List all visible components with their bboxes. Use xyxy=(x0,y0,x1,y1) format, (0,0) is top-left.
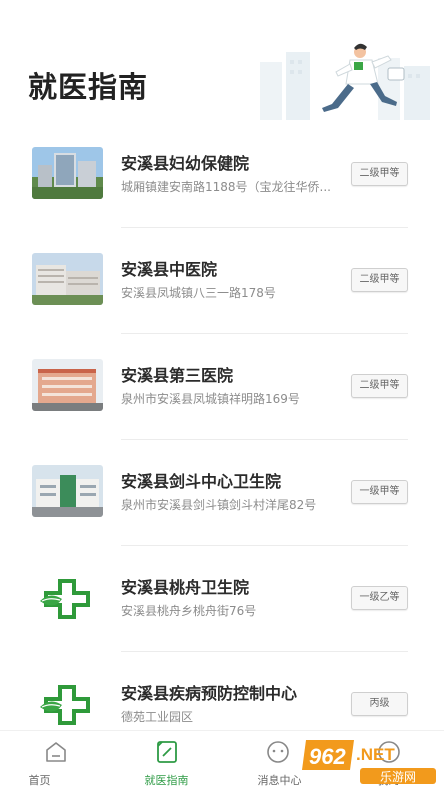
list-item[interactable]: 安溪县中医院 安溪县凤城镇八三一路178号 二级甲等 xyxy=(0,228,444,334)
hospital-photo xyxy=(32,147,103,199)
hospital-photo xyxy=(32,253,103,305)
running-doctor-illustration xyxy=(260,43,430,120)
hospital-level-badge: 一级甲等 xyxy=(351,480,408,504)
page-title: 就医指南 xyxy=(28,70,149,104)
hospital-level-badge: 丙级 xyxy=(351,692,408,716)
hospital-level-badge: 二级甲等 xyxy=(351,162,408,186)
watermark-suffix: .NET xyxy=(356,745,395,764)
hospital-name: 安溪县桃舟卫生院 xyxy=(121,578,250,597)
watermark-brand: 962 xyxy=(309,744,346,769)
hospital-list: 安溪县妇幼保健院 城厢镇建安南路1188号（宝龙往华侨... 二级甲等 安溪县中… xyxy=(0,122,444,758)
list-item[interactable]: 安溪县妇幼保健院 城厢镇建安南路1188号（宝龙往华侨... 二级甲等 xyxy=(0,122,444,228)
list-item[interactable]: 安溪县第三医院 泉州市安溪县凤城镇祥明路169号 二级甲等 xyxy=(0,334,444,440)
hospital-address: 泉州市安溪县剑斗镇剑斗村洋尾82号 xyxy=(121,498,317,512)
medical-cross-logo xyxy=(32,571,103,623)
medical-cross-logo xyxy=(32,677,103,729)
site-watermark: 962 .NET 乐游网 xyxy=(302,740,436,784)
hospital-level-badge: 一级乙等 xyxy=(351,586,408,610)
tab-home[interactable]: 首页 xyxy=(0,731,111,791)
hospital-name: 安溪县第三医院 xyxy=(121,366,234,385)
page-header: 就医指南 xyxy=(0,0,444,130)
tab-label: 就医指南 xyxy=(144,774,189,787)
hospital-address: 安溪县凤城镇八三一路178号 xyxy=(121,286,276,300)
hospital-level-badge: 二级甲等 xyxy=(351,374,408,398)
hospital-photo xyxy=(32,359,103,411)
hospital-address: 安溪县桃舟乡桃舟街76号 xyxy=(121,604,257,618)
hospital-address: 德苑工业园区 xyxy=(121,710,194,724)
tab-guide[interactable]: 就医指南 xyxy=(111,731,222,791)
home-icon xyxy=(45,742,66,762)
hospital-name: 安溪县中医院 xyxy=(121,260,218,279)
hospital-address: 城厢镇建安南路1188号（宝龙往华侨... xyxy=(121,180,331,194)
hospital-photo xyxy=(32,465,103,517)
hospital-name: 安溪县剑斗中心卫生院 xyxy=(121,472,282,491)
tab-label: 首页 xyxy=(28,774,51,787)
hospital-level-badge: 二级甲等 xyxy=(351,268,408,292)
hospital-name: 安溪县妇幼保健院 xyxy=(121,154,250,173)
guide-icon xyxy=(156,741,177,763)
list-item[interactable]: 安溪县剑斗中心卫生院 泉州市安溪县剑斗镇剑斗村洋尾82号 一级甲等 xyxy=(0,440,444,546)
hospital-name: 安溪县疾病预防控制中心 xyxy=(121,684,298,703)
message-icon xyxy=(266,741,289,763)
list-item[interactable]: 安溪县桃舟卫生院 安溪县桃舟乡桃舟街76号 一级乙等 xyxy=(0,546,444,652)
hospital-address: 泉州市安溪县凤城镇祥明路169号 xyxy=(121,392,300,406)
watermark-sub: 乐游网 xyxy=(380,770,416,784)
